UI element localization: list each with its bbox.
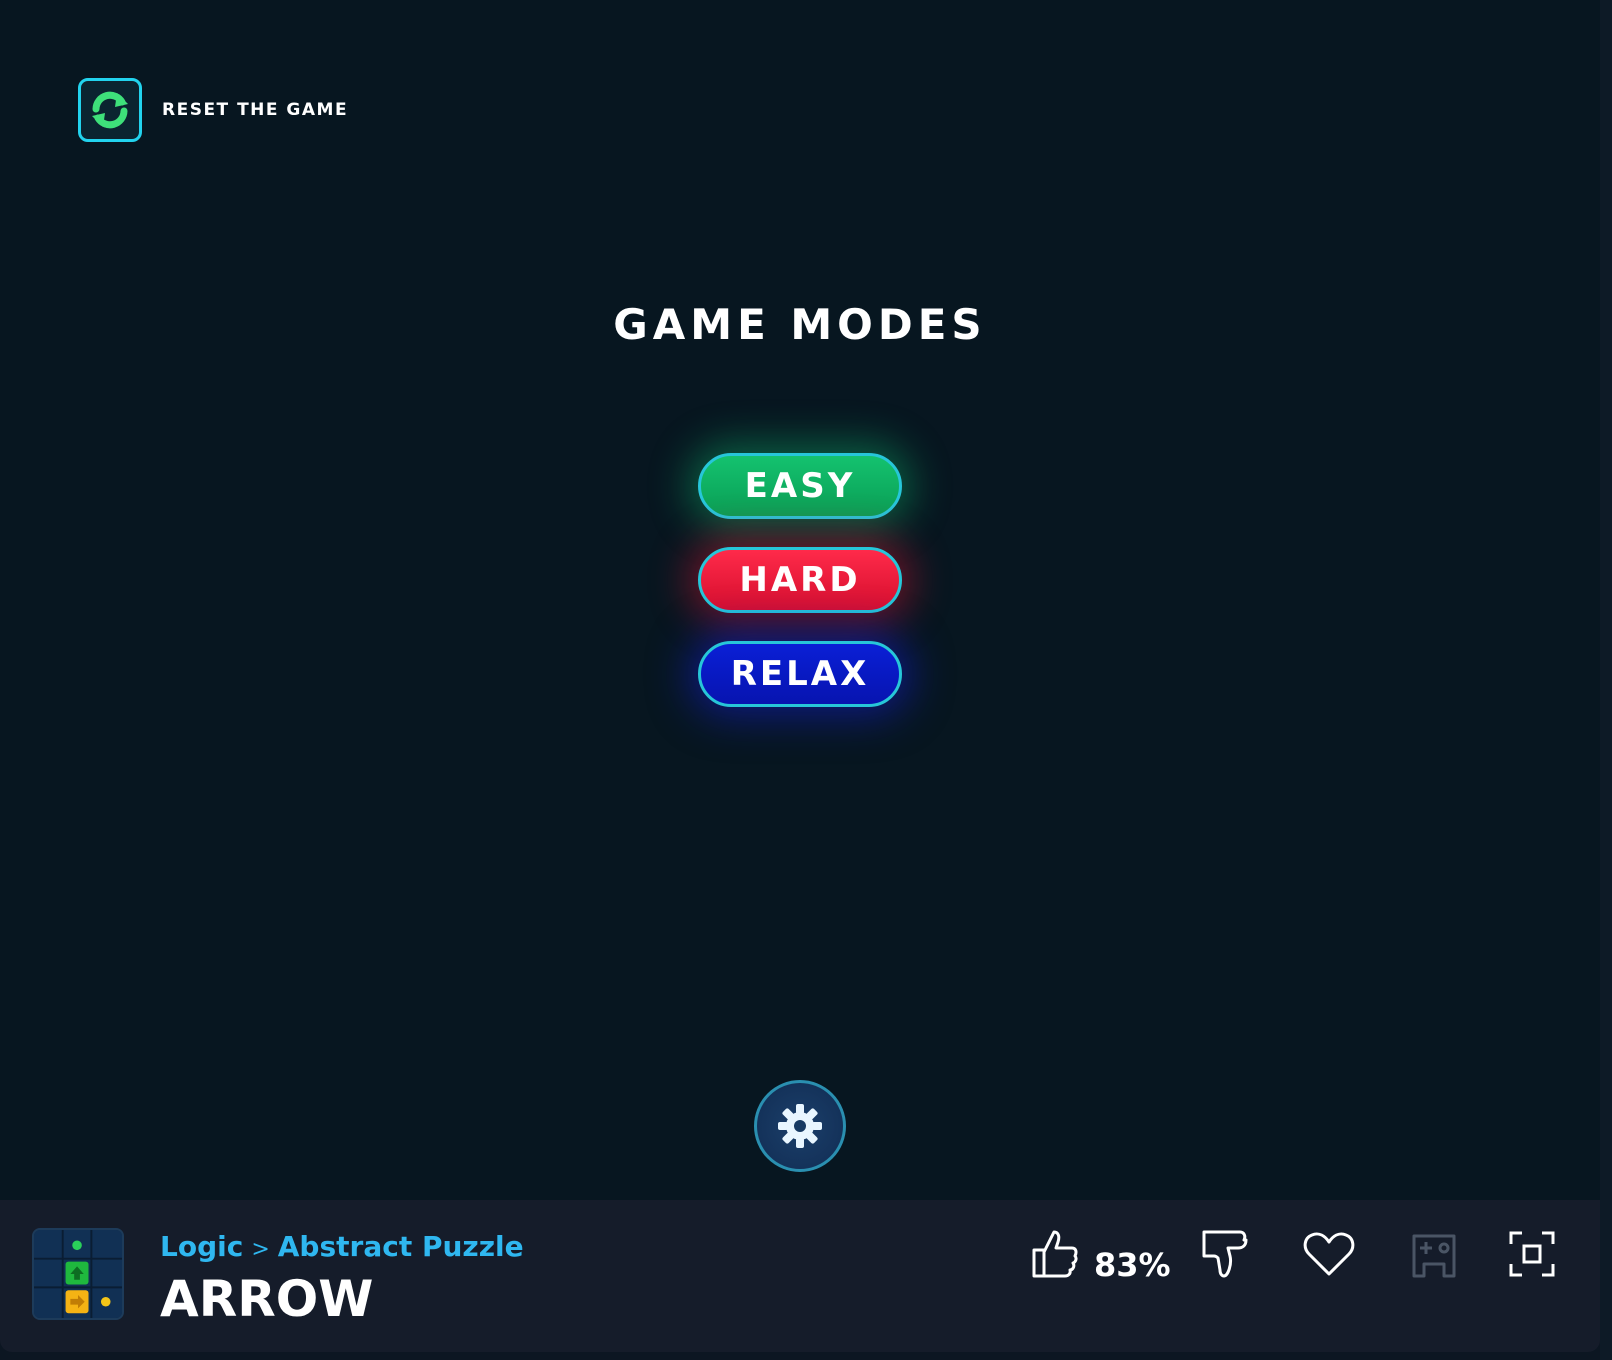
hard-mode-button[interactable]: HARD: [698, 547, 902, 613]
arrow-game-thumbnail-image: [34, 1230, 122, 1318]
settings-button[interactable]: [754, 1080, 846, 1172]
breadcrumb-subcategory-link[interactable]: Abstract Puzzle: [278, 1230, 524, 1263]
refresh-icon: [92, 91, 128, 129]
breadcrumb: Logic > Abstract Puzzle: [160, 1230, 524, 1263]
like-button[interactable]: [1030, 1228, 1078, 1284]
game-title: ARROW: [160, 1270, 374, 1328]
scrollbar-track: [1600, 0, 1612, 1360]
breadcrumb-category-link[interactable]: Logic: [160, 1230, 243, 1263]
fullscreen-button[interactable]: [1508, 1228, 1556, 1284]
game-area: RESET THE GAME GAME MODES EASY HARD RELA…: [0, 0, 1612, 1200]
breadcrumb-separator: >: [251, 1237, 270, 1262]
game-thumbnail[interactable]: [32, 1228, 124, 1320]
reset-label[interactable]: RESET THE GAME: [162, 100, 348, 120]
gamepad-icon: [1412, 1234, 1456, 1278]
thumbs-up-icon: [1032, 1230, 1078, 1278]
gear-icon: [778, 1104, 822, 1148]
heart-icon: [1303, 1232, 1355, 1276]
thumbs-down-icon: [1202, 1230, 1248, 1278]
relax-mode-button[interactable]: RELAX: [698, 641, 902, 707]
play-with-gamepad-button[interactable]: [1410, 1228, 1458, 1284]
dislike-button[interactable]: [1200, 1228, 1248, 1284]
reset-icon-box[interactable]: [78, 78, 142, 142]
reset-game-button[interactable]: RESET THE GAME: [78, 78, 348, 142]
fullscreen-icon: [1509, 1231, 1555, 1277]
favorite-button[interactable]: [1302, 1228, 1356, 1284]
easy-mode-button[interactable]: EASY: [698, 453, 902, 519]
like-percentage: 83%: [1094, 1246, 1171, 1284]
page-title: GAME MODES: [613, 300, 987, 349]
game-info-bar: Logic > Abstract Puzzle ARROW 83%: [0, 1200, 1600, 1352]
